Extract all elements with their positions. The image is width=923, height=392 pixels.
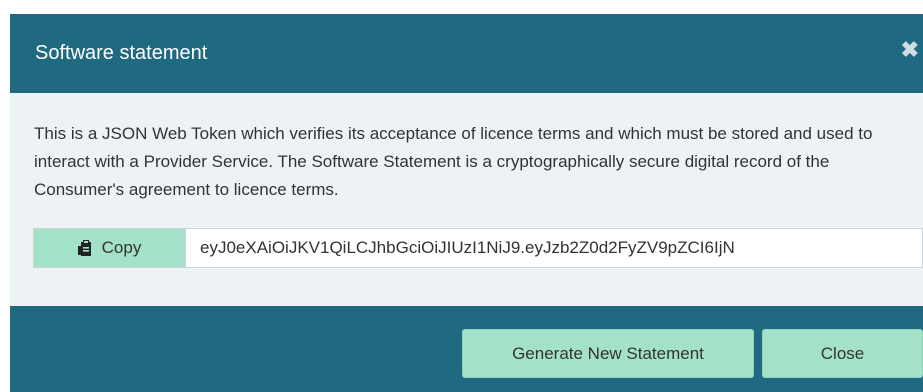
close-icon[interactable]: ✖ xyxy=(901,36,919,64)
clipboard-icon xyxy=(77,239,94,257)
modal-description: This is a JSON Web Token which verifies … xyxy=(34,124,873,199)
modal-footer: Generate New Statement Close xyxy=(10,306,923,392)
close-button[interactable]: Close xyxy=(762,329,923,378)
modal-title: Software statement xyxy=(35,42,208,64)
token-field[interactable] xyxy=(185,228,923,268)
modal-header: Software statement ✖ xyxy=(10,14,923,93)
software-statement-modal: Software statement ✖ This is a JSON Web … xyxy=(10,14,923,392)
token-copy-group: Copy xyxy=(33,228,923,268)
modal-body: This is a JSON Web Token which verifies … xyxy=(10,93,923,306)
copy-button[interactable]: Copy xyxy=(33,228,185,268)
generate-new-statement-button[interactable]: Generate New Statement xyxy=(462,329,754,378)
copy-label: Copy xyxy=(101,238,142,257)
